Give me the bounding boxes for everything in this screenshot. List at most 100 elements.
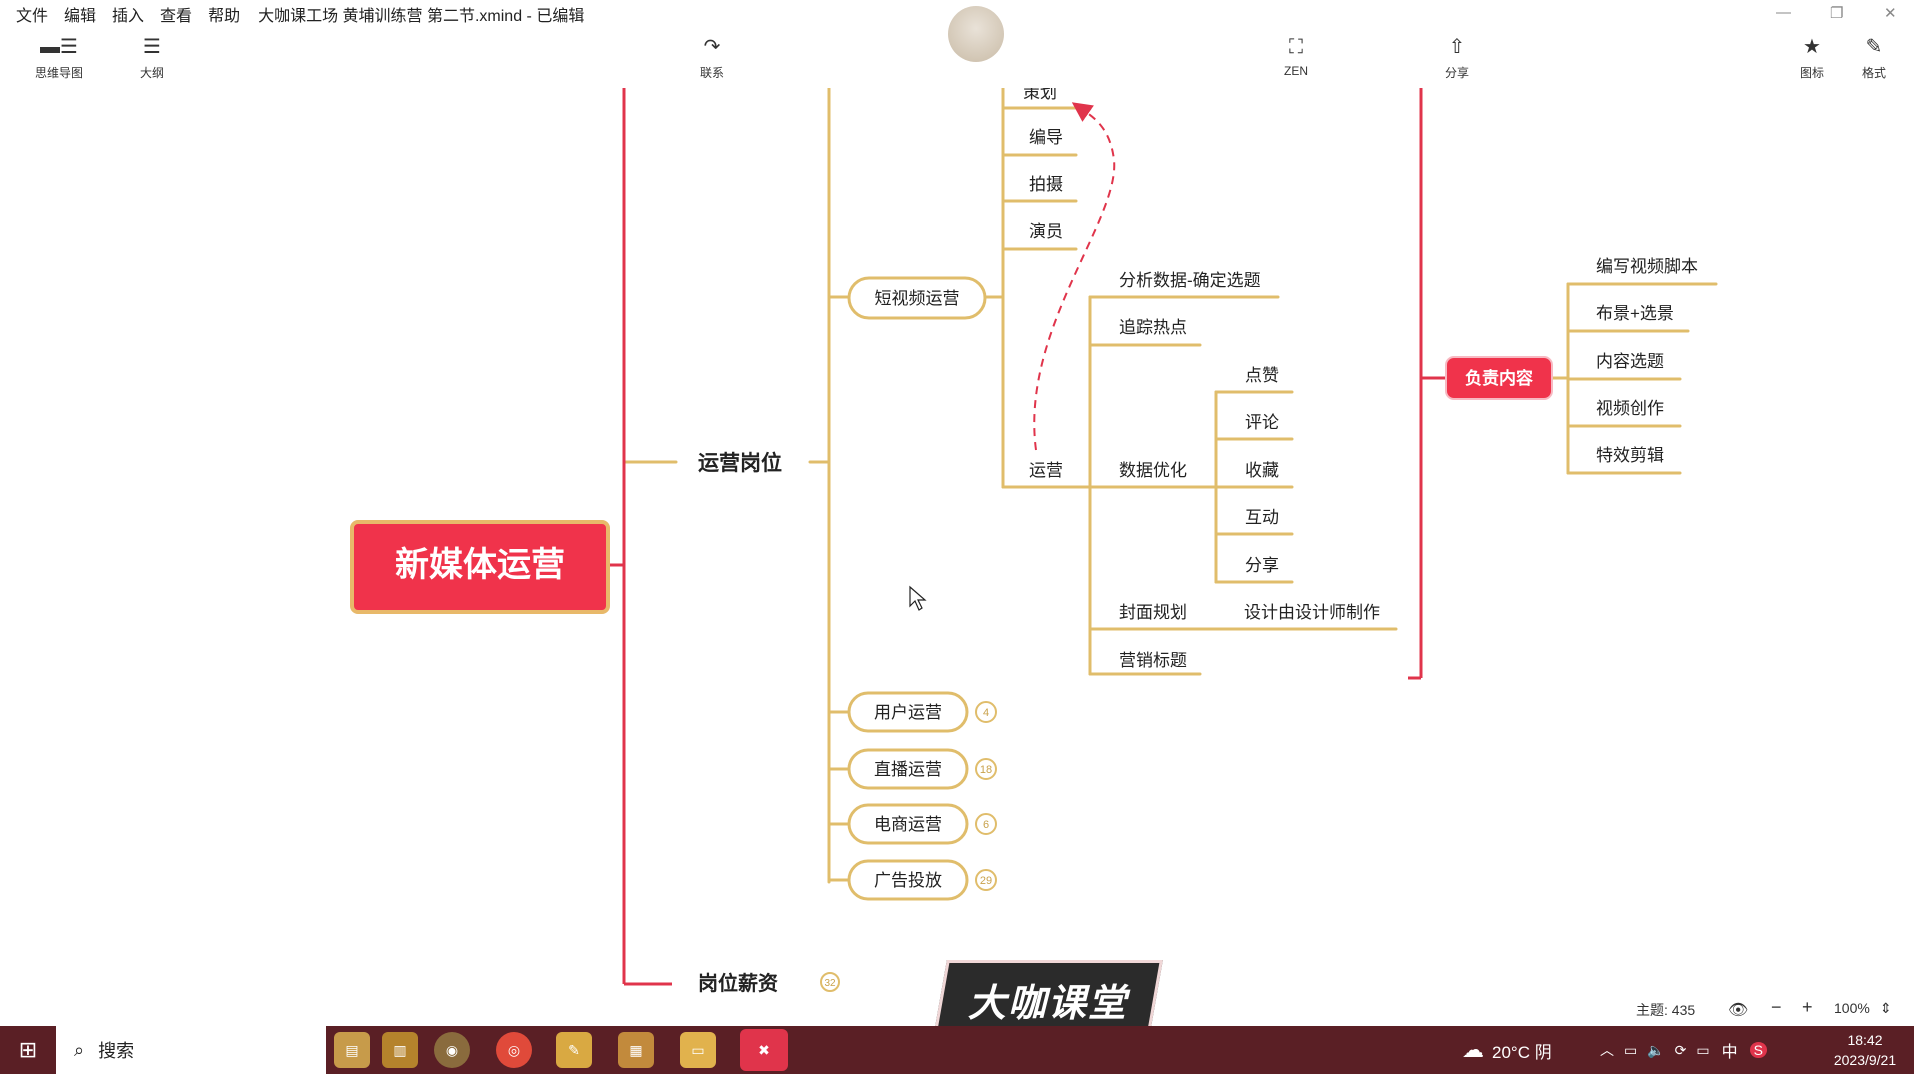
search-icon: ⌕ <box>74 1039 85 1060</box>
format-label: 格式 <box>1861 66 1886 80</box>
relationship-button[interactable]: ↷ 联系 <box>677 36 747 81</box>
topic-designer-note[interactable]: 设计由设计师制作 <box>1244 603 1380 622</box>
share-button[interactable]: ⇧ 分享 <box>1422 36 1492 81</box>
taskbar-app-notes-icon[interactable]: ✎ <box>556 1032 592 1068</box>
mindmap-icon: ▬☰ <box>40 36 78 58</box>
zoom-in-button[interactable]: + <box>1802 997 1813 1018</box>
topic-count: 主题: 435 <box>1636 1002 1696 1018</box>
topic-actor[interactable]: 演员 <box>1029 222 1063 241</box>
volume-icon[interactable]: 🔈 <box>1647 1042 1664 1059</box>
topic-analyze-data[interactable]: 分析数据-确定选题 <box>1119 271 1261 290</box>
window-title: 大咖课工场 黄埔训练营 第二节.xmind - 已编辑 <box>258 8 585 25</box>
menu-edit[interactable]: 编辑 <box>64 2 96 26</box>
icons-panel-button[interactable]: ★ 图标 <box>1777 36 1847 81</box>
topic-content-responsibility[interactable]: 负责内容 <box>1445 356 1553 400</box>
zen-label: ZEN <box>1284 64 1308 78</box>
topic-operation-positions[interactable]: 运营岗位 <box>698 451 782 475</box>
weather-text: 20°C 阴 <box>1492 1042 1552 1062</box>
topic-filming[interactable]: 拍摄 <box>1029 175 1063 194</box>
taskbar-app-books-icon[interactable]: ▤ <box>334 1032 370 1068</box>
topic-track-trends[interactable]: 追踪热点 <box>1119 318 1187 337</box>
topic-position-salary[interactable]: 岗位薪资 32 <box>698 971 840 995</box>
windows-start-icon[interactable]: ⊞ <box>0 1026 56 1074</box>
relationship-icon: ↷ <box>703 36 721 58</box>
user-avatar[interactable] <box>948 6 1004 62</box>
root-topic[interactable]: 新媒体运营 <box>350 520 610 614</box>
taskbar-clock[interactable]: 18:42 2023/9/21 <box>1820 1030 1910 1070</box>
restore-icon[interactable]: ❐ <box>1830 4 1843 22</box>
topic-operation[interactable]: 运营 <box>1029 461 1063 480</box>
topic-likes[interactable]: 点赞 <box>1245 366 1279 385</box>
topic-ecommerce-ops[interactable]: 电商运营 6 <box>847 803 997 845</box>
ad-placement-label: 广告投放 <box>874 871 942 890</box>
outline-view-button[interactable]: ☰ 大纲 <box>117 36 187 81</box>
live-ops-count-badge: 18 <box>980 764 992 776</box>
short-video-label: 短视频运营 <box>875 289 960 308</box>
topic-video-creation[interactable]: 视频创作 <box>1596 399 1664 418</box>
topic-set-location[interactable]: 布景+选景 <box>1596 304 1674 323</box>
topic-cover-planning[interactable]: 封面规划 <box>1119 603 1187 622</box>
taskbar-app-media-icon[interactable]: ◉ <box>434 1032 470 1068</box>
zen-button[interactable]: ⛶ ZEN <box>1261 36 1331 78</box>
mouse-cursor-icon <box>909 585 927 611</box>
clock-date: 2023/9/21 <box>1833 1052 1897 1068</box>
format-panel-button[interactable]: ✎ 格式 <box>1839 36 1909 81</box>
eye-icon[interactable]: 👁 <box>1728 1000 1748 1020</box>
topic-comments[interactable]: 评论 <box>1245 413 1279 432</box>
mindmap-view-button[interactable]: ▬☰ 思维导图 <box>24 36 94 81</box>
topic-planning[interactable]: 策划 <box>1023 88 1057 102</box>
topic-director[interactable]: 编导 <box>1029 128 1063 147</box>
topic-shares[interactable]: 分享 <box>1245 556 1279 575</box>
zoom-stepper-icon[interactable]: ⇕ <box>1880 1000 1892 1017</box>
sync-icon[interactable]: ⟳ <box>1675 1042 1687 1059</box>
menu-view[interactable]: 查看 <box>160 2 192 26</box>
topic-user-ops[interactable]: 用户运营 4 <box>847 691 997 733</box>
network-icon[interactable]: ▭ <box>1624 1042 1637 1059</box>
battery-icon[interactable]: ▭ <box>1696 1042 1709 1059</box>
star-icon: ★ <box>1803 36 1821 58</box>
minimize-icon[interactable]: — <box>1776 4 1791 21</box>
taskbar-app-xmind-icon[interactable]: ✖ <box>740 1029 788 1071</box>
tray-icons: ︿ ▭ 🔈 ⟳ ▭ 中 S <box>1600 1026 1767 1074</box>
outline-label: 大纲 <box>139 66 164 80</box>
taskbar-search[interactable]: ⌕ 搜索 <box>56 1026 326 1074</box>
topic-marketing-title[interactable]: 营销标题 <box>1119 651 1187 670</box>
topic-write-script[interactable]: 编写视频脚本 <box>1596 257 1698 276</box>
weather-widget[interactable]: ☁ 20°C 阴 <box>1462 1026 1552 1074</box>
cloud-icon: ☁ <box>1462 1037 1484 1062</box>
user-ops-label: 用户运营 <box>874 703 942 722</box>
topic-ad-placement[interactable]: 广告投放 29 <box>847 859 997 901</box>
menu-insert[interactable]: 插入 <box>112 2 144 26</box>
salary-label: 岗位薪资 <box>698 971 778 995</box>
taskbar-app-editor-icon[interactable]: ▦ <box>618 1032 654 1068</box>
brush-icon: ✎ <box>1865 36 1883 58</box>
menu-file[interactable]: 文件 <box>16 2 48 26</box>
topic-favorites[interactable]: 收藏 <box>1245 461 1279 480</box>
topic-live-ops[interactable]: 直播运营 18 <box>847 748 997 790</box>
topic-content-topic[interactable]: 内容选题 <box>1596 352 1664 371</box>
topic-effects-editing[interactable]: 特效剪辑 <box>1596 446 1664 465</box>
outline-icon: ☰ <box>143 36 161 58</box>
user-ops-count-badge: 4 <box>983 707 989 719</box>
taskbar-app-books2-icon[interactable]: ▥ <box>382 1032 418 1068</box>
root-topic-label: 新媒体运营 <box>395 546 565 584</box>
close-icon[interactable]: ✕ <box>1884 4 1897 22</box>
topic-short-video-ops[interactable]: 短视频运营 <box>847 276 987 320</box>
input-method-icon[interactable]: S <box>1749 1042 1767 1058</box>
upload-icon: ⇧ <box>1448 36 1466 58</box>
ime-indicator[interactable]: 中 <box>1722 1038 1738 1062</box>
mindmap-label: 思维导图 <box>34 66 83 80</box>
clock-time: 18:42 <box>1847 1032 1883 1048</box>
mindmap-canvas[interactable]: 新媒体运营 运营岗位 短视频运营 策划 编导 拍摄 演员 运营 分析数据-确定选… <box>0 88 1914 1000</box>
topic-data-optimization[interactable]: 数据优化 <box>1119 461 1187 480</box>
ecommerce-ops-count-badge: 6 <box>983 819 989 831</box>
chevron-up-icon[interactable]: ︿ <box>1600 1040 1614 1060</box>
taskbar-app-folder-icon[interactable]: ▭ <box>680 1032 716 1068</box>
watermark-text: 大咖课堂 <box>967 982 1128 1025</box>
zoom-out-button[interactable]: − <box>1771 997 1782 1018</box>
menu-help[interactable]: 帮助 <box>208 2 240 26</box>
taskbar-app-browser-icon[interactable]: ◎ <box>496 1032 532 1068</box>
zoom-level[interactable]: 100% <box>1834 1000 1870 1016</box>
ecommerce-ops-label: 电商运营 <box>874 815 942 834</box>
topic-interaction[interactable]: 互动 <box>1245 508 1279 527</box>
